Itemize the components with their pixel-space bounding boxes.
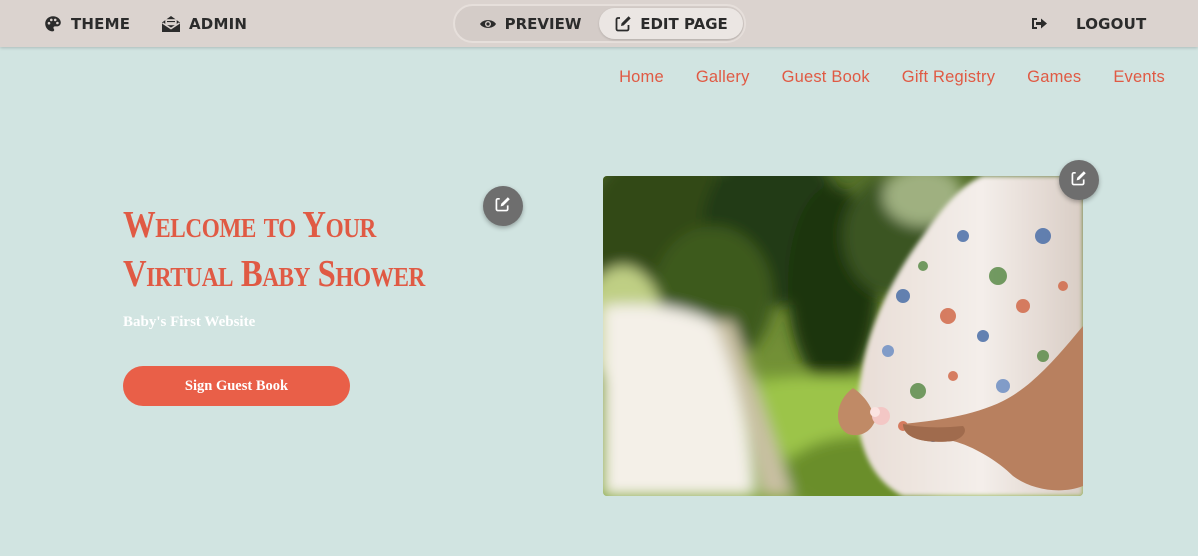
site-nav: Home Gallery Guest Book Gift Registry Ga… [619, 68, 1165, 92]
theme-button[interactable]: THEME [43, 0, 130, 47]
admin-label: ADMIN [189, 14, 248, 33]
mode-toggle: PREVIEW EDIT PAGE [453, 4, 746, 43]
admin-toolbar: THEME ADMIN PREVIEW EDIT PAGE LOGOUT [0, 0, 1198, 47]
eye-icon [479, 15, 497, 33]
preview-label: PREVIEW [504, 14, 582, 33]
theme-label: THEME [71, 14, 131, 33]
edit-icon [495, 196, 513, 216]
hero-title: Welcome to Your Virtual Baby Shower [123, 204, 425, 295]
edit-page-label: EDIT PAGE [640, 14, 728, 33]
edit-hero-text-button[interactable] [483, 186, 523, 226]
nav-item-games[interactable]: Games [1027, 68, 1081, 92]
palette-icon [43, 14, 63, 34]
edit-hero-image-button[interactable] [1059, 160, 1099, 200]
nav-item-gallery[interactable]: Gallery [696, 68, 750, 92]
edit-icon [614, 15, 632, 33]
envelope-open-icon [161, 14, 181, 34]
nav-item-guest-book[interactable]: Guest Book [782, 68, 870, 92]
nav-item-home[interactable]: Home [619, 68, 664, 92]
nav-item-events[interactable]: Events [1113, 68, 1165, 92]
sign-guest-book-button[interactable]: Sign Guest Book [123, 366, 350, 406]
hero-image [603, 176, 1083, 496]
edit-icon [1071, 170, 1089, 190]
nav-item-gift-registry[interactable]: Gift Registry [902, 68, 995, 92]
preview-button[interactable]: PREVIEW [461, 8, 599, 39]
hero-subtitle: Baby's First Website [123, 314, 256, 330]
logout-button[interactable]: LOGOUT [1076, 0, 1146, 47]
edit-page-button[interactable]: EDIT PAGE [599, 8, 743, 39]
logout-label: LOGOUT [1076, 14, 1147, 33]
sign-out-icon[interactable] [1031, 0, 1048, 47]
admin-button[interactable]: ADMIN [161, 0, 247, 47]
